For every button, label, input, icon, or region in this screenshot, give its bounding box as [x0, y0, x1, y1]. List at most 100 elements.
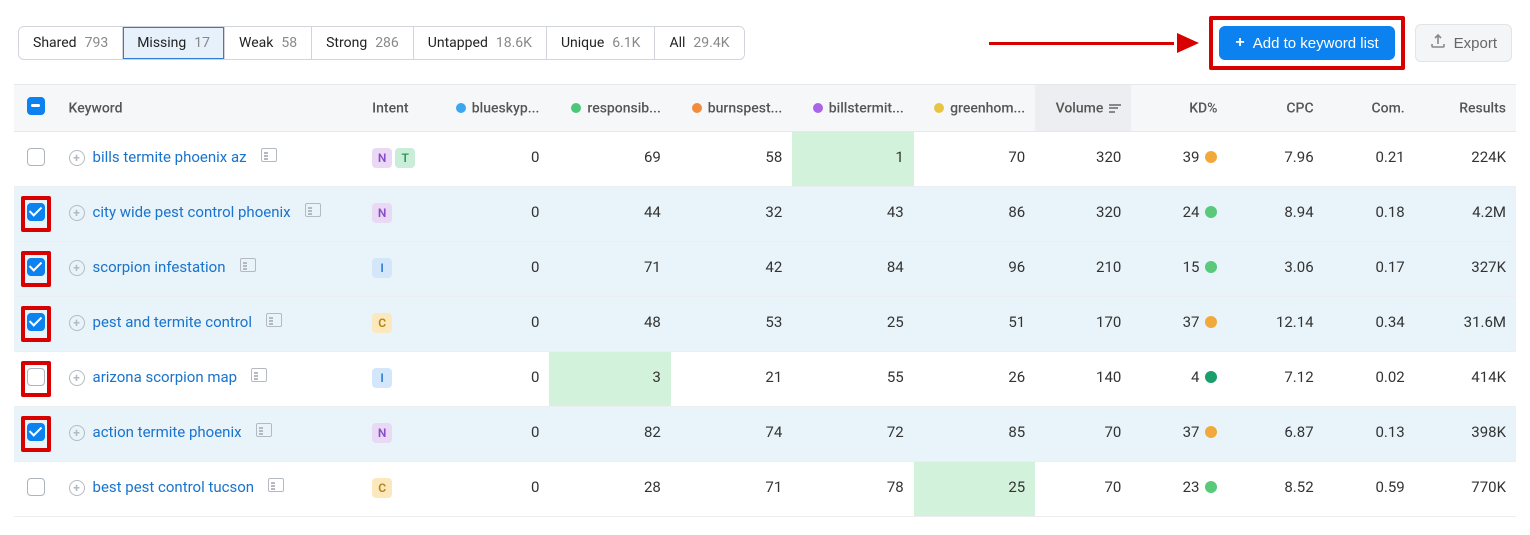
- keyword-link[interactable]: arizona scorpion map: [93, 368, 238, 386]
- keyword-link[interactable]: scorpion infestation: [93, 258, 226, 276]
- expand-icon[interactable]: [69, 315, 85, 331]
- dot-icon: [813, 103, 823, 113]
- expand-icon[interactable]: [69, 150, 85, 166]
- tab-label: Strong: [326, 35, 367, 51]
- intent-badge: N: [372, 148, 392, 168]
- expand-icon[interactable]: [69, 480, 85, 496]
- filter-tab[interactable]: Weak 58: [225, 27, 312, 59]
- serp-icon[interactable]: [256, 423, 272, 437]
- expand-icon[interactable]: [69, 425, 85, 441]
- competitor-rank: 44: [549, 187, 670, 242]
- header-results[interactable]: Results: [1415, 85, 1516, 132]
- plus-icon: +: [1235, 34, 1244, 52]
- cpc-value: 8.52: [1227, 462, 1323, 517]
- header-comp-4[interactable]: greenhom...: [914, 85, 1035, 132]
- keyword-link[interactable]: bills termite phoenix az: [93, 148, 247, 166]
- cpc-value: 8.94: [1227, 187, 1323, 242]
- keyword-link[interactable]: action termite phoenix: [93, 423, 242, 441]
- header-keyword[interactable]: Keyword: [59, 85, 363, 132]
- serp-icon[interactable]: [266, 313, 282, 327]
- select-all-checkbox[interactable]: [27, 97, 45, 115]
- header-comp-0[interactable]: blueskyp...: [428, 85, 549, 132]
- intent-badge: N: [372, 203, 392, 223]
- kd-value: 15: [1183, 258, 1200, 276]
- competitor-rank: 0: [428, 242, 549, 297]
- row-checkbox[interactable]: [27, 478, 45, 496]
- competitor-rank: 69: [549, 132, 670, 187]
- row-checkbox[interactable]: [27, 148, 45, 166]
- table-row: arizona scorpion mapI0321552614047.120.0…: [14, 352, 1516, 407]
- filter-tab[interactable]: All29.4K: [655, 27, 743, 59]
- competitor-rank: 84: [792, 242, 913, 297]
- competitor-rank: 74: [671, 407, 792, 462]
- competitor-rank: 3: [549, 352, 670, 407]
- kd-difficulty-icon: [1205, 426, 1217, 438]
- header-comp-3[interactable]: billstermit...: [792, 85, 913, 132]
- com-value: 0.21: [1324, 132, 1415, 187]
- results-value: 4.2M: [1415, 187, 1516, 242]
- row-checkbox[interactable]: [27, 423, 45, 441]
- export-button-label: Export: [1454, 35, 1497, 52]
- header-com[interactable]: Com.: [1324, 85, 1415, 132]
- filter-tab[interactable]: Missing17: [123, 27, 225, 59]
- serp-icon[interactable]: [240, 258, 256, 272]
- row-checkbox[interactable]: [27, 368, 45, 386]
- kd-value: 24: [1183, 203, 1200, 221]
- header-comp-1[interactable]: responsib...: [549, 85, 670, 132]
- header-intent[interactable]: Intent: [362, 85, 428, 132]
- volume-value: 320: [1035, 132, 1131, 187]
- keywords-table: Keyword Intent blueskyp... responsib... …: [14, 84, 1516, 517]
- competitor-rank: 0: [428, 462, 549, 517]
- competitor-rank: 1: [792, 132, 913, 187]
- filter-tab[interactable]: Strong286: [312, 27, 414, 59]
- volume-value: 210: [1035, 242, 1131, 297]
- serp-icon[interactable]: [268, 478, 284, 492]
- results-value: 224K: [1415, 132, 1516, 187]
- keyword-link[interactable]: city wide pest control phoenix: [93, 203, 291, 221]
- serp-icon[interactable]: [251, 368, 267, 382]
- tab-label: Shared: [33, 35, 77, 51]
- annotation-highlight-box: [21, 251, 51, 287]
- annotation-arrow: [989, 33, 1199, 53]
- intent-badge: N: [372, 423, 392, 443]
- row-checkbox[interactable]: [27, 313, 45, 331]
- serp-icon[interactable]: [261, 148, 277, 162]
- expand-icon[interactable]: [69, 370, 85, 386]
- com-value: 0.18: [1324, 187, 1415, 242]
- com-value: 0.59: [1324, 462, 1415, 517]
- keyword-link[interactable]: pest and termite control: [93, 313, 252, 331]
- expand-icon[interactable]: [69, 260, 85, 276]
- keyword-link[interactable]: best pest control tucson: [93, 478, 255, 496]
- filter-tab[interactable]: Unique6.1K: [547, 27, 656, 59]
- tab-label: Weak: [239, 35, 273, 51]
- header-cpc[interactable]: CPC: [1227, 85, 1323, 132]
- serp-icon[interactable]: [305, 203, 321, 217]
- tab-label: Untapped: [428, 35, 488, 51]
- row-checkbox[interactable]: [27, 258, 45, 276]
- export-button[interactable]: Export: [1415, 24, 1512, 62]
- export-icon: [1430, 33, 1446, 53]
- competitor-rank: 51: [914, 297, 1035, 352]
- header-kd[interactable]: KD%: [1131, 85, 1227, 132]
- intent-badge: C: [372, 313, 392, 333]
- tab-count: 793: [85, 35, 109, 51]
- expand-icon[interactable]: [69, 205, 85, 221]
- header-comp-2[interactable]: burnspest...: [671, 85, 792, 132]
- add-to-keyword-list-button[interactable]: + Add to keyword list: [1219, 26, 1394, 60]
- competitor-rank: 42: [671, 242, 792, 297]
- competitor-rank: 26: [914, 352, 1035, 407]
- filter-tab[interactable]: Untapped18.6K: [414, 27, 547, 59]
- row-checkbox[interactable]: [27, 203, 45, 221]
- filter-tab[interactable]: Shared 793: [19, 27, 123, 59]
- kd-value: 23: [1183, 478, 1200, 496]
- header-volume[interactable]: Volume: [1035, 85, 1131, 132]
- tab-count: 29.4K: [693, 35, 729, 51]
- competitor-rank: 96: [914, 242, 1035, 297]
- cpc-value: 7.96: [1227, 132, 1323, 187]
- intent-badge: T: [395, 148, 415, 168]
- volume-value: 140: [1035, 352, 1131, 407]
- annotation-highlight-box: [21, 306, 51, 342]
- competitor-rank: 78: [792, 462, 913, 517]
- tab-count: 58: [281, 35, 297, 51]
- competitor-rank: 0: [428, 132, 549, 187]
